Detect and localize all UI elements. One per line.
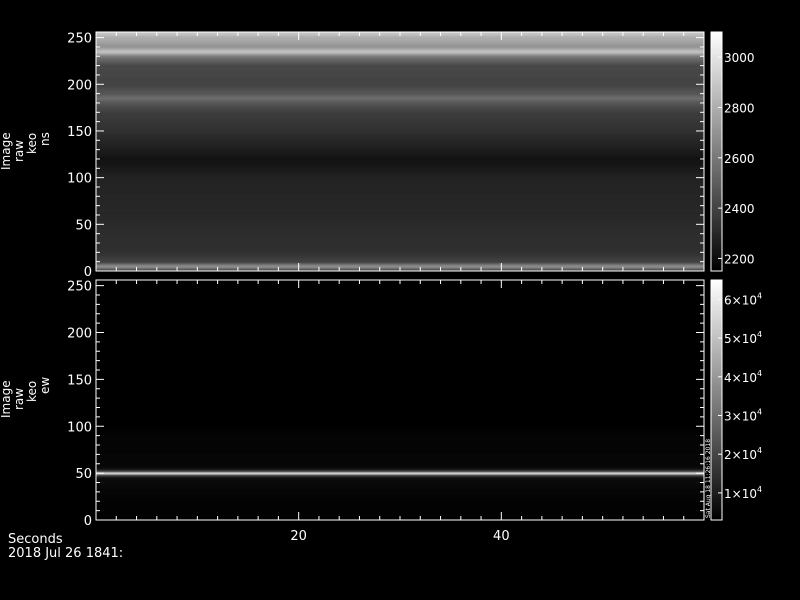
colorbar-tick-label: 6×104 <box>724 291 762 307</box>
colorbar-tick-label: 2200 <box>724 252 755 266</box>
y-tick-label: 250 <box>67 280 92 295</box>
y-tick-label: 200 <box>67 327 92 342</box>
colorbar-tick-label: 3×104 <box>724 407 762 423</box>
colorbar-tick-label: 1×104 <box>724 485 762 501</box>
ylabel-ew: Image raw keo ew <box>0 377 52 418</box>
y-tick-label: 250 <box>67 32 92 47</box>
colorbar-tick-label: 2×104 <box>724 446 762 462</box>
date-label: 2018 Jul 26 1841: <box>8 546 124 561</box>
colorbar-side-note: Sat Aug 18 11:26:16 2018 <box>705 439 712 518</box>
colorbar-tick-label: 4×104 <box>724 369 762 385</box>
colorbar-tick-label: 5×104 <box>724 330 762 346</box>
y-tick-label: 100 <box>67 172 92 187</box>
y-tick-label: 0 <box>84 514 92 529</box>
y-tick-label: 150 <box>67 373 92 388</box>
y-tick-label: 50 <box>75 218 92 233</box>
colorbar-tick-label: 3000 <box>724 51 755 65</box>
y-tick-label: 0 <box>84 265 92 280</box>
panel-ns: 0 50 100 150 200 250 2200 2400 2600 2800 3000 <box>67 31 755 280</box>
x-tick-label: 20 <box>290 529 307 544</box>
x-axis-title: Seconds <box>8 532 63 547</box>
ylabel-line: ew <box>38 376 52 394</box>
ylabel-line: ns <box>38 132 52 146</box>
colorbar-tick-label: 2400 <box>724 202 755 216</box>
x-tick-label: 40 <box>493 529 510 544</box>
colorbar-tick-label: 2600 <box>724 152 755 166</box>
keogram-ew-image <box>96 280 704 521</box>
y-tick-label: 100 <box>67 420 92 435</box>
colorbar-ew: 1×104 2×104 3×104 4×104 5×104 6×104 Sat Aug 18… <box>705 279 762 521</box>
ylabel-ns: Image raw keo ns <box>0 132 52 170</box>
y-tick-label: 50 <box>75 467 92 482</box>
figure: 0 50 100 150 200 250 2200 2400 2600 2800 3000 0 50… <box>67 31 762 544</box>
panel-ew: 0 50 100 150 200 250 20 40 1×104 2×104 3×104 4×104… <box>67 279 762 544</box>
y-tick-label: 150 <box>67 125 92 140</box>
keogram-ns-image <box>96 32 704 272</box>
y-tick-label: 200 <box>67 78 92 93</box>
colorbar-ns: 2200 2400 2600 2800 3000 <box>710 31 755 272</box>
colorbar-tick-label: 2800 <box>724 101 755 115</box>
